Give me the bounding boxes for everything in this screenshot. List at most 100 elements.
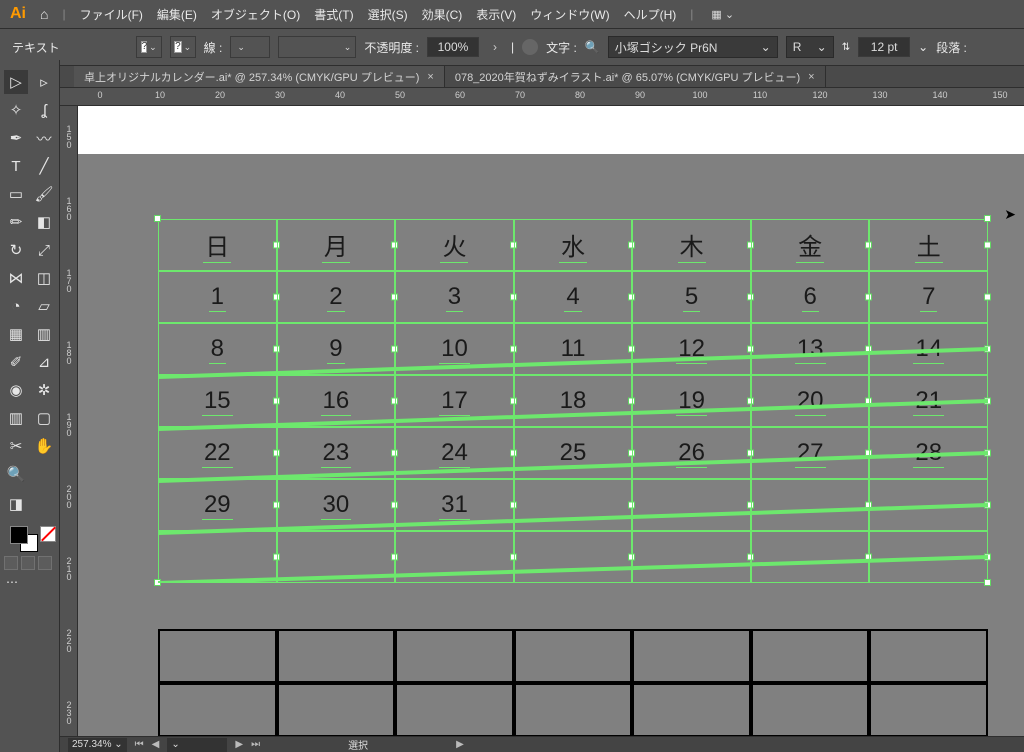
arrow-right-icon[interactable]: › [487,40,503,54]
calendar-cell[interactable]: 30 [277,479,396,531]
calendar-cell[interactable] [632,683,751,736]
calendar-cell[interactable]: 15 [158,375,277,427]
calendar-cell[interactable] [632,629,751,683]
play-icon[interactable]: ▶ [456,739,464,750]
calendar-cell[interactable] [514,479,633,531]
width-tool[interactable]: ⋈ [4,266,28,290]
calendar-cell[interactable] [869,479,988,531]
direct-select-tool[interactable]: ▹ [32,70,56,94]
calendar-cell[interactable]: 24 [395,427,514,479]
fill-swatch[interactable] [10,526,28,544]
opacity-value[interactable]: 100% [427,37,479,57]
menu-help[interactable]: ヘルプ(H) [624,6,677,23]
shaper-tool[interactable]: ✏ [4,210,28,234]
calendar-cell[interactable] [632,479,751,531]
font-size-stepper-icon[interactable]: ⇅ [842,42,850,53]
calendar-cell[interactable] [277,531,396,583]
calendar-header-cell[interactable]: 木 [632,219,751,271]
eyedropper-tool[interactable]: ✐ [4,350,28,374]
calendar-cell[interactable]: 9 [277,323,396,375]
toggle-fill-stroke-tool[interactable]: ◨ [4,492,28,516]
calendar-cell[interactable] [158,629,277,683]
draw-mode-icon[interactable] [21,556,35,570]
calendar-cell[interactable]: 25 [514,427,633,479]
menu-view[interactable]: 表示(V) [476,6,516,23]
calendar-cell[interactable]: 7 [869,271,988,323]
calendar-cell[interactable]: 5 [632,271,751,323]
calendar-cell[interactable]: 4 [514,271,633,323]
calendar-cell[interactable]: 11 [514,323,633,375]
calendar-cell[interactable] [514,629,633,683]
calendar-cell[interactable]: 6 [751,271,870,323]
calendar-header-cell[interactable]: 日 [158,219,277,271]
stroke-weight[interactable]: ⌄ [230,36,270,58]
first-icon[interactable]: ⏮ [135,739,144,750]
menu-select[interactable]: 選択(S) [368,6,408,23]
brush-tool[interactable]: 🖌 [32,182,56,206]
calendar-cell[interactable] [158,683,277,736]
calendar-cell[interactable]: 27 [751,427,870,479]
layout-grid-icon[interactable]: ▦ ⌄ [711,8,734,21]
hand-tool[interactable]: ✋ [32,434,56,458]
calendar-header-cell[interactable]: 月 [277,219,396,271]
calendar-cell[interactable] [751,531,870,583]
line-tool[interactable]: ╱ [32,154,56,178]
calendar-cell[interactable]: 17 [395,375,514,427]
calendar-cell[interactable] [514,531,633,583]
menu-effect[interactable]: 効果(C) [422,6,463,23]
menu-edit[interactable]: 編集(E) [157,6,197,23]
calendar-cell[interactable]: 28 [869,427,988,479]
calendar-cell[interactable]: 14 [869,323,988,375]
canvas[interactable]: 日月火水木金土123456789101112131415161718192021… [78,106,1024,736]
shape-builder-tool[interactable]: ◔ [4,294,28,318]
calendar-cell[interactable]: 20 [751,375,870,427]
globe-icon[interactable] [522,39,538,55]
calendar-cell[interactable]: 26 [632,427,751,479]
next-icon[interactable]: ▶ [235,739,243,750]
calendar-cell[interactable] [869,683,988,736]
calendar-cell[interactable] [158,531,277,583]
close-icon[interactable]: × [427,71,433,83]
scale-tool[interactable]: ⤢ [32,238,56,262]
calendar-cell[interactable]: 18 [514,375,633,427]
slice-tool[interactable]: ✂ [4,434,28,458]
calendar-cell[interactable] [632,531,751,583]
lasso-tool[interactable]: ʆ [32,98,56,122]
rectangle-tool[interactable]: ▭ [4,182,28,206]
menu-file[interactable]: ファイル(F) [80,6,143,23]
calendar-cell[interactable]: 29 [158,479,277,531]
home-icon[interactable]: ⌂ [40,6,48,22]
measure-tool[interactable]: ⊿ [32,350,56,374]
graph-tool[interactable]: ▥ [4,406,28,430]
calendar-cell[interactable]: 8 [158,323,277,375]
font-size[interactable]: 12 pt [858,37,910,57]
blend-tool[interactable]: ◉ [4,378,28,402]
selection-tool[interactable]: ▷ [4,70,28,94]
calendar-cell[interactable]: 2 [277,271,396,323]
zoom-tool[interactable]: 🔍 [4,462,28,486]
fill-dropdown[interactable]: ?⌄ [136,36,162,58]
stroke-profile[interactable]: ⌄ [278,36,356,58]
calendar-header-cell[interactable]: 土 [869,219,988,271]
close-icon[interactable]: × [808,71,814,83]
calendar-cell[interactable] [395,531,514,583]
calendar-cell[interactable] [751,629,870,683]
stroke-dropdown[interactable]: ?⌄ [170,36,196,58]
font-style-dropdown[interactable]: R⌄ [786,36,834,58]
menu-type[interactable]: 書式(T) [314,6,353,23]
calendar-cell[interactable]: 1 [158,271,277,323]
calendar-header-cell[interactable]: 金 [751,219,870,271]
free-transform-tool[interactable]: ◫ [32,266,56,290]
calendar-cell[interactable] [277,683,396,736]
calendar-cell[interactable]: 10 [395,323,514,375]
calendar-cell[interactable]: 23 [277,427,396,479]
symbol-sprayer-tool[interactable]: ✲ [32,378,56,402]
calendar-cell[interactable]: 12 [632,323,751,375]
type-tool[interactable]: T [4,154,28,178]
calendar-cell[interactable] [751,479,870,531]
calendar-cell[interactable] [395,683,514,736]
eraser-tool[interactable]: ◧ [32,210,56,234]
caret-icon[interactable]: ⌄ [918,40,928,54]
pen-tool[interactable]: ✒ [4,126,28,150]
color-swatches[interactable] [4,524,55,554]
